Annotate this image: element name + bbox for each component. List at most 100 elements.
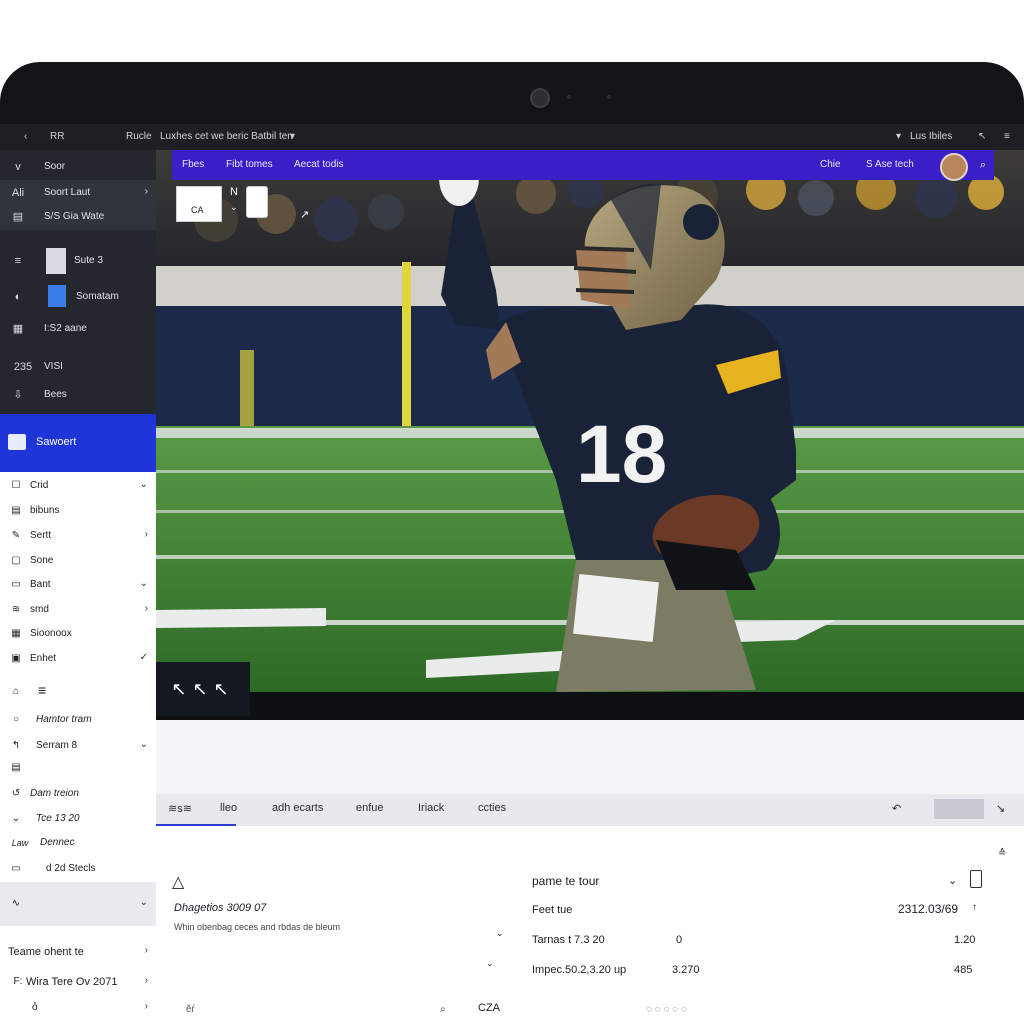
row-value: 1.20 [954,934,976,946]
football-photo: 18 [156,150,1024,692]
sidebar-item[interactable]: ▦ Sioonoox [0,622,156,646]
toolbar-button[interactable] [934,799,984,819]
tab[interactable]: ccties [478,802,506,814]
tab[interactable]: adh ecarts [272,802,323,814]
sidebar-item-label: Wira Tere Ov 2071 [26,976,118,988]
sidebar-item[interactable]: ▤ bibuns [0,499,156,523]
chevron-down-icon[interactable]: ⌄ [230,202,238,213]
row-label: Tarnas t 7.3 20 [532,934,605,946]
menu-icon[interactable]: ≡ [1004,131,1010,142]
search-icon[interactable]: ⌕ [440,1004,446,1015]
sidebar-item-active[interactable]: Sawoert [0,414,156,472]
chevron-right-icon: › [144,186,148,197]
row-label: Feet tue [532,904,573,916]
tab[interactable]: enfue [356,802,384,814]
sidebar-item[interactable]: ↰ Serram 8 ⌄ [0,734,156,758]
sidebar-item-label: Soor [44,161,66,172]
arrow-icon[interactable]: ↖ [978,131,986,142]
tab[interactable]: Iriack [418,802,444,814]
sidebar-item[interactable]: F: Wira Tere Ov 2071 › [0,970,156,994]
sidebar-item[interactable]: ⌄ Tce 13 20 [0,807,156,831]
title-bar: ‹ RR Rucle Luxhes cet we beric Batbil te… [0,124,1024,150]
chevron-down-icon: ⌄ [11,813,21,824]
sidebar-item[interactable]: ▦ I:S2 aane [0,316,156,342]
sidebar-item[interactable]: ↺ Dam treion [0,782,156,806]
sidebar-item[interactable]: ⇩ Bees [0,382,156,408]
nav-link[interactable]: Chie [820,159,841,170]
sidebar-item-expanded[interactable]: ∿ ⌄ [0,882,156,926]
sidebar-item-label: S/S Gia Wate [44,211,105,222]
f-label: F: [13,976,23,987]
nav-link[interactable]: Fbes [182,159,204,170]
chevron-down-icon[interactable]: ⌄ [496,928,504,939]
overlay-card[interactable]: CA [176,186,222,222]
list-icon: v [15,161,21,173]
sidebar-item[interactable]: ⌂ ≡ [0,680,156,704]
nav-link[interactable]: Fibt tomes [226,159,273,170]
row-mid: 3.270 [672,964,700,976]
row-value: 2312.03/69 [898,902,959,916]
chevron-down-icon[interactable]: ⌄ [948,874,957,887]
tab[interactable]: ≋s≋ [168,802,192,815]
jersey-number: 18 [576,409,667,500]
sidebar-item[interactable]: 235 VISI [0,354,156,380]
chevron-icon: ⌄ [139,479,148,490]
arrow-icon[interactable]: ↘ [996,802,1005,815]
filter-icon: ≡ [14,255,22,267]
avatar[interactable] [940,153,968,181]
collapse-icon[interactable]: ≙ [998,848,1006,859]
sidebar-item[interactable]: ○ Hamtor tram [0,708,156,732]
chevron-down-icon[interactable]: ▾ [290,131,295,142]
sidebar-item-label: Sioonoox [30,628,72,639]
back-button[interactable]: ‹ [24,131,27,142]
grid-icon: ▤ [12,211,24,223]
folder-icon [8,434,26,450]
sidebar-item[interactable]: ≡ Sute 3 [0,248,156,274]
chevron-down-icon[interactable]: ⌄ [486,958,494,969]
sidebar-item[interactable]: ▢ Sone [0,549,156,573]
sidebar-item-label: Bant [30,579,51,590]
sidebar-item-label: Dam treion [30,788,79,799]
tab[interactable]: lleo [220,802,237,814]
sidebar-item[interactable]: ☐ Crid ⌄ [0,474,156,498]
calendar-icon: ▤ [11,762,21,773]
table-icon: ▦ [12,323,24,335]
sidebar-item[interactable]: ▤ [0,756,156,780]
card-label: CA [191,205,204,215]
sidebar-item[interactable]: v Soor [0,154,156,180]
share-icon[interactable]: ↶ [892,802,901,815]
sidebar-item[interactable]: ▭ d 2d Stecls [0,857,156,881]
sidebar-item[interactable]: Ali Soort Laut › [0,180,156,206]
sidebar-item[interactable]: ▤ S/S Gia Wate [0,204,156,230]
nav-link[interactable]: Aecat todis [294,159,343,170]
breadcrumb-main[interactable]: Rucle [126,131,152,142]
overlay-swatch[interactable] [246,186,268,218]
sidebar-item[interactable]: ỏ › [0,996,156,1020]
device-icon [970,870,982,888]
sidebar-item[interactable]: ◐ Somatam [0,284,156,310]
sidebar-item[interactable]: ≋ smd › [0,598,156,622]
search-icon[interactable]: ⌕ [980,159,986,172]
sidebar-item-label: bibuns [30,505,60,516]
sidebar-item-label: Sertt [30,530,52,541]
overlay-label: N [230,186,238,198]
sidebar-item-label: Sute 3 [74,255,103,266]
topbar-right-label[interactable]: Lus Ibiles [910,131,952,142]
edit-icon: ✎ [11,530,21,541]
nav-link[interactable]: S Ase tech [866,159,914,170]
sidebar-item[interactable]: ▣ Enhet ✓ [0,647,156,671]
corner-badge[interactable]: ↖↖↖ [156,662,250,716]
breadcrumb-short[interactable]: RR [50,131,64,142]
chevron-down-icon[interactable]: ▾ [896,131,901,142]
sidebar-item[interactable]: ▭ Bant ⌄ [0,573,156,597]
media-viewer[interactable]: 18 Fbes Fibt tomes Aecat todis Chie S As… [156,150,1024,720]
sidebar-item[interactable]: Teame ohent te › [0,940,156,964]
chevron-right-icon: › [144,529,148,540]
download-icon: ⇩ [13,389,23,401]
sidebar-item-label: Crid [30,480,49,491]
sidebar-item[interactable]: Law Dennec [0,831,156,855]
footer-left: ĕŕ [186,1004,195,1015]
warning-icon: △ [172,874,185,891]
sidebar-item[interactable]: ✎ Sertt › [0,524,156,548]
sidebar-item-label: Dennec [40,837,75,848]
